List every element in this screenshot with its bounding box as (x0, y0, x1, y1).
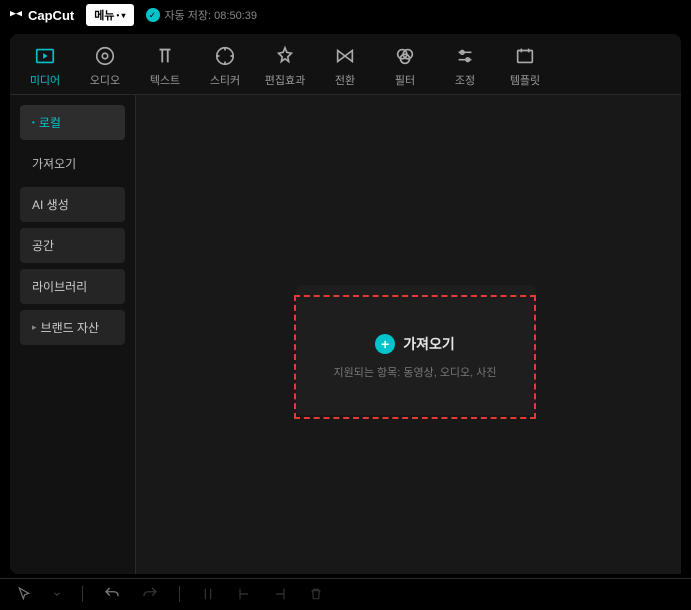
text-icon (153, 44, 177, 68)
tab-label: 조정 (455, 72, 475, 88)
audio-icon (93, 44, 117, 68)
sidebar-item-library[interactable]: 라이브러리 (20, 269, 125, 304)
sidebar-item-brand[interactable]: ▸ 브랜드 자산 (20, 310, 125, 345)
tab-transition[interactable]: 전환 (324, 44, 366, 88)
import-subtitle: 지원되는 항목: 동영상, 오디오, 사진 (333, 364, 496, 380)
menu-button[interactable]: 메뉴 • ▾ (86, 4, 133, 26)
import-title: 가져오기 (403, 334, 455, 354)
delete-button[interactable] (308, 586, 324, 602)
tab-media[interactable]: 미디어 (24, 44, 66, 88)
effects-icon (273, 44, 297, 68)
plus-icon: + (375, 334, 395, 354)
top-toolbar: 미디어 오디오 텍스트 스티커 편집효과 (10, 34, 681, 95)
sticker-icon (213, 44, 237, 68)
tab-label: 미디어 (30, 72, 60, 88)
pointer-tool[interactable] (16, 586, 32, 602)
content-area: + 가져오기 지원되는 항목: 동영상, 오디오, 사진 (135, 95, 681, 574)
sidebar-item-local[interactable]: • 로컬 (20, 105, 125, 140)
bottom-toolbar (0, 578, 691, 608)
trim-right-button[interactable] (272, 586, 288, 602)
check-icon: ✓ (146, 8, 160, 22)
app-logo: CapCut (8, 7, 74, 23)
undo-button[interactable] (103, 585, 121, 603)
sidebar-item-space[interactable]: 공간 (20, 228, 125, 263)
chevron-down-icon: • ▾ (116, 11, 125, 20)
media-icon (33, 44, 57, 68)
redo-button[interactable] (141, 585, 159, 603)
auto-save-text: 자동 저장: 08:50:39 (165, 7, 257, 23)
tab-label: 편집효과 (265, 72, 305, 88)
tab-label: 오디오 (90, 72, 120, 88)
sidebar-item-label: 라이브러리 (32, 278, 87, 295)
template-icon (513, 44, 537, 68)
tab-template[interactable]: 템플릿 (504, 44, 546, 88)
sidebar-item-label: 공간 (32, 237, 54, 254)
tab-label: 스티커 (210, 72, 240, 88)
chevron-down-icon-small[interactable] (52, 589, 62, 599)
tab-sticker[interactable]: 스티커 (204, 44, 246, 88)
tab-label: 텍스트 (150, 72, 180, 88)
separator (179, 586, 180, 602)
tab-effects[interactable]: 편집효과 (264, 44, 306, 88)
menu-label: 메뉴 (94, 7, 114, 23)
sidebar-item-label: 로컬 (39, 114, 61, 131)
tab-label: 전환 (335, 72, 355, 88)
split-button[interactable] (200, 586, 216, 602)
sidebar-item-label: 브랜드 자산 (41, 319, 100, 336)
transition-icon (333, 44, 357, 68)
trim-left-button[interactable] (236, 586, 252, 602)
sidebar-item-import[interactable]: 가져오기 (20, 146, 125, 181)
tab-filter[interactable]: 필터 (384, 44, 426, 88)
logo-icon (8, 7, 24, 23)
sidebar: • 로컬 가져오기 AI 생성 공간 라이브러리 ▸ 브랜드 자산 (10, 95, 135, 574)
sidebar-item-label: 가져오기 (32, 155, 76, 172)
chevron-right-icon: ▸ (32, 322, 37, 333)
tab-audio[interactable]: 오디오 (84, 44, 126, 88)
import-drop-zone[interactable]: + 가져오기 지원되는 항목: 동영상, 오디오, 사진 (294, 295, 536, 419)
tab-label: 템플릿 (510, 72, 540, 88)
filter-icon (393, 44, 417, 68)
bullet-icon: • (32, 118, 35, 127)
adjust-icon (453, 44, 477, 68)
tab-label: 필터 (395, 72, 415, 88)
sidebar-item-ai[interactable]: AI 생성 (20, 187, 125, 222)
app-name: CapCut (28, 8, 74, 23)
import-title-row: + 가져오기 (375, 334, 455, 354)
auto-save-status: ✓ 자동 저장: 08:50:39 (146, 7, 257, 23)
tab-adjust[interactable]: 조정 (444, 44, 486, 88)
sidebar-item-label: AI 생성 (32, 196, 69, 213)
separator (82, 586, 83, 602)
tab-text[interactable]: 텍스트 (144, 44, 186, 88)
